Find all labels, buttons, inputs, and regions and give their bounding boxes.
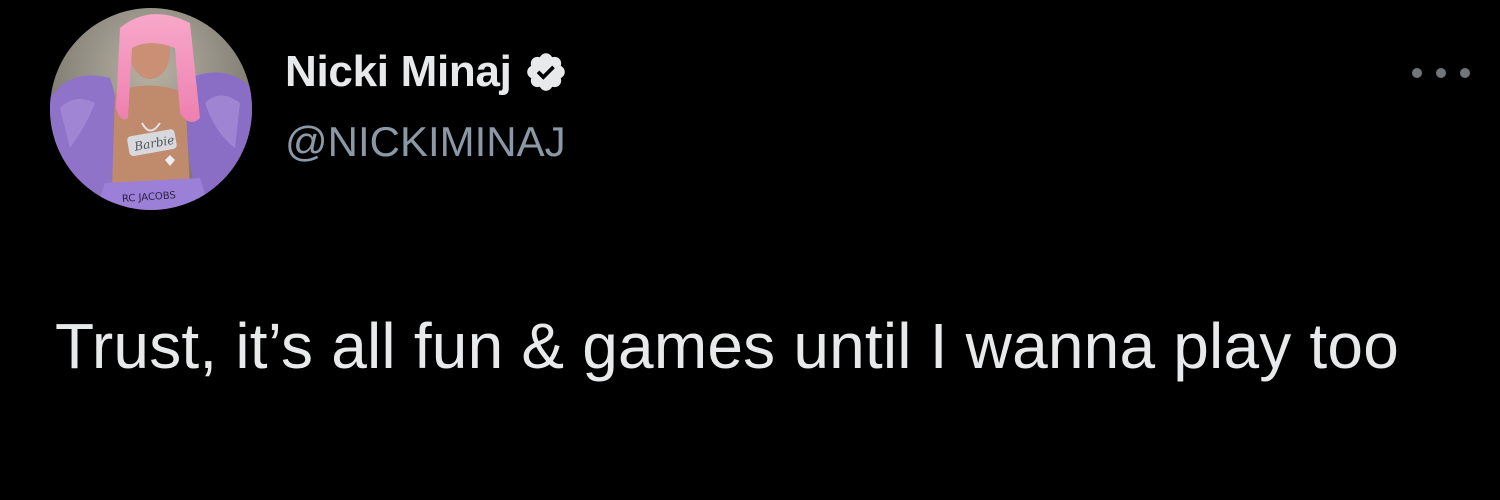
avatar-image: RC JACOBS Barbie — [50, 8, 252, 210]
more-dot — [1460, 68, 1470, 78]
display-name[interactable]: Nicki Minaj — [285, 47, 512, 97]
more-options-icon[interactable] — [1412, 58, 1470, 88]
more-dot — [1436, 68, 1446, 78]
tweet-text: Trust, it’s all fun & games until I wann… — [55, 310, 1399, 382]
tweet-card: RC JACOBS Barbie Nicki Minaj @NICKIMINAJ… — [0, 0, 1500, 500]
profile-avatar[interactable]: RC JACOBS Barbie — [50, 8, 252, 210]
author-row: Nicki Minaj — [285, 42, 568, 102]
more-dot — [1412, 68, 1422, 78]
verified-badge-icon — [524, 50, 568, 94]
author-handle[interactable]: @NICKIMINAJ — [285, 118, 566, 166]
